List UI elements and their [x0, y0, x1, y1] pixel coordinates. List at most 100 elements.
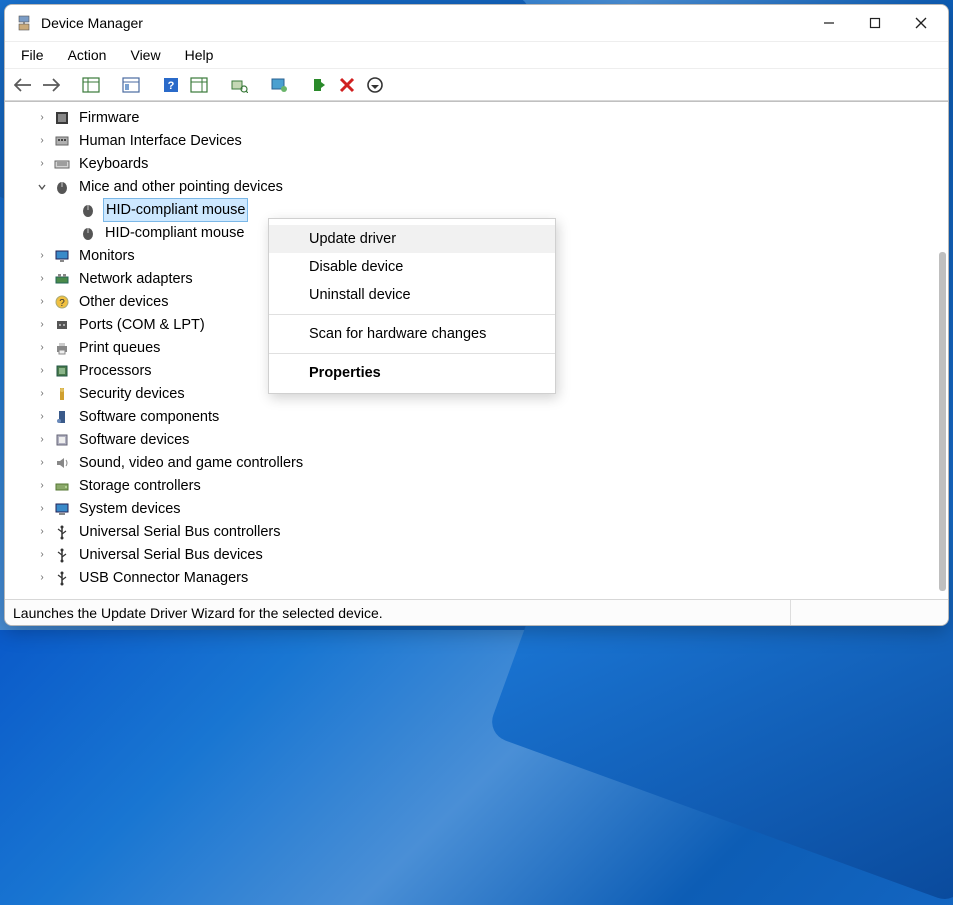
- menu-scan-hardware[interactable]: Scan for hardware changes: [269, 320, 555, 348]
- storage-icon: [53, 477, 71, 495]
- properties-button[interactable]: [119, 73, 143, 97]
- enable-device-button[interactable]: [307, 73, 331, 97]
- tree-label: Ports (COM & LPT): [77, 314, 207, 336]
- menu-uninstall-device[interactable]: Uninstall device: [269, 281, 555, 309]
- toolbar: ?: [5, 69, 948, 101]
- chevron-right-icon[interactable]: ›: [35, 479, 49, 493]
- status-text: Launches the Update Driver Wizard for th…: [13, 605, 383, 621]
- tree-label: Print queues: [77, 337, 162, 359]
- sound-icon: [53, 454, 71, 472]
- chevron-right-icon[interactable]: ›: [35, 548, 49, 562]
- tree-label: Monitors: [77, 245, 137, 267]
- chevron-right-icon[interactable]: ›: [35, 111, 49, 125]
- tree-node-mice[interactable]: Mice and other pointing devices: [13, 175, 948, 198]
- vertical-scrollbar[interactable]: [932, 104, 948, 597]
- svg-text:?: ?: [59, 298, 65, 309]
- network-icon: [53, 270, 71, 288]
- chevron-right-icon[interactable]: ›: [35, 433, 49, 447]
- menu-separator: [269, 353, 555, 354]
- tree-label: Software components: [77, 406, 221, 428]
- keyboard-icon: [53, 155, 71, 173]
- chevron-right-icon[interactable]: ›: [35, 456, 49, 470]
- menu-file[interactable]: File: [9, 43, 56, 67]
- firmware-icon: [53, 109, 71, 127]
- tree-node-usbctrl[interactable]: › Universal Serial Bus controllers: [13, 520, 948, 543]
- tree-label: System devices: [77, 498, 183, 520]
- tree-node-sound[interactable]: › Sound, video and game controllers: [13, 451, 948, 474]
- chevron-right-icon[interactable]: ›: [35, 157, 49, 171]
- tree-node-usbdev[interactable]: › Universal Serial Bus devices: [13, 543, 948, 566]
- nav-back-button[interactable]: [11, 73, 35, 97]
- ports-icon: [53, 316, 71, 334]
- software-device-icon: [53, 431, 71, 449]
- tree-node-usbconn[interactable]: › USB Connector Managers: [13, 566, 948, 589]
- tree-node-firmware[interactable]: › Firmware: [13, 106, 948, 129]
- scan-hardware-button[interactable]: [227, 73, 251, 97]
- software-component-icon: [53, 408, 71, 426]
- status-separator: [790, 600, 940, 625]
- tree-label: Firmware: [77, 107, 141, 129]
- chevron-right-icon[interactable]: ›: [35, 571, 49, 585]
- tree-label: Security devices: [77, 383, 187, 405]
- menu-disable-device[interactable]: Disable device: [269, 253, 555, 281]
- close-button[interactable]: [898, 8, 944, 38]
- app-icon: [15, 14, 33, 32]
- chevron-right-icon[interactable]: ›: [35, 341, 49, 355]
- system-icon: [53, 500, 71, 518]
- disable-device-button[interactable]: [363, 73, 387, 97]
- chevron-right-icon[interactable]: ›: [35, 387, 49, 401]
- hid-icon: [53, 132, 71, 150]
- show-hide-tree-button[interactable]: [79, 73, 103, 97]
- titlebar: Device Manager: [5, 5, 948, 41]
- minimize-button[interactable]: [806, 8, 852, 38]
- chevron-down-icon[interactable]: [35, 180, 49, 194]
- mouse-icon: [79, 201, 97, 219]
- maximize-button[interactable]: [852, 8, 898, 38]
- tree-node-keyboards[interactable]: › Keyboards: [13, 152, 948, 175]
- menu-properties[interactable]: Properties: [269, 359, 555, 387]
- chevron-right-icon[interactable]: ›: [35, 134, 49, 148]
- context-menu: Update driver Disable device Uninstall d…: [268, 218, 556, 394]
- help-button[interactable]: ?: [159, 73, 183, 97]
- chevron-right-icon[interactable]: ›: [35, 525, 49, 539]
- window-title: Device Manager: [41, 15, 143, 31]
- tree-label: Storage controllers: [77, 475, 203, 497]
- chevron-right-icon[interactable]: ›: [35, 295, 49, 309]
- menu-view[interactable]: View: [118, 43, 172, 67]
- printer-icon: [53, 339, 71, 357]
- other-devices-icon: ?: [53, 293, 71, 311]
- tree-label: Processors: [77, 360, 154, 382]
- tree-label: Network adapters: [77, 268, 195, 290]
- monitor-icon: [53, 247, 71, 265]
- chevron-right-icon[interactable]: ›: [35, 364, 49, 378]
- tree-label: Universal Serial Bus devices: [77, 544, 265, 566]
- tree-node-softcomp[interactable]: › Software components: [13, 405, 948, 428]
- tree-node-storage[interactable]: › Storage controllers: [13, 474, 948, 497]
- chevron-right-icon[interactable]: ›: [35, 410, 49, 424]
- tree-label: Keyboards: [77, 153, 150, 175]
- chevron-right-icon[interactable]: ›: [35, 318, 49, 332]
- nav-forward-button[interactable]: [39, 73, 63, 97]
- svg-text:?: ?: [168, 80, 175, 92]
- tree-label: HID-compliant mouse: [103, 222, 246, 244]
- tree-label: HID-compliant mouse: [103, 198, 248, 222]
- usb-icon: [53, 569, 71, 587]
- tree-node-sysdev[interactable]: › System devices: [13, 497, 948, 520]
- menu-action[interactable]: Action: [56, 43, 119, 67]
- action-pane-button[interactable]: [187, 73, 211, 97]
- uninstall-device-button[interactable]: [335, 73, 359, 97]
- tree-node-softdev[interactable]: › Software devices: [13, 428, 948, 451]
- menu-separator: [269, 314, 555, 315]
- processor-icon: [53, 362, 71, 380]
- security-icon: [53, 385, 71, 403]
- tree-node-hid[interactable]: › Human Interface Devices: [13, 129, 948, 152]
- update-driver-button[interactable]: [267, 73, 291, 97]
- chevron-right-icon[interactable]: ›: [35, 502, 49, 516]
- tree-label: Human Interface Devices: [77, 130, 244, 152]
- tree-label: Mice and other pointing devices: [77, 176, 285, 198]
- menu-help[interactable]: Help: [173, 43, 226, 67]
- scrollbar-thumb[interactable]: [939, 252, 946, 591]
- chevron-right-icon[interactable]: ›: [35, 249, 49, 263]
- chevron-right-icon[interactable]: ›: [35, 272, 49, 286]
- menu-update-driver[interactable]: Update driver: [269, 225, 555, 253]
